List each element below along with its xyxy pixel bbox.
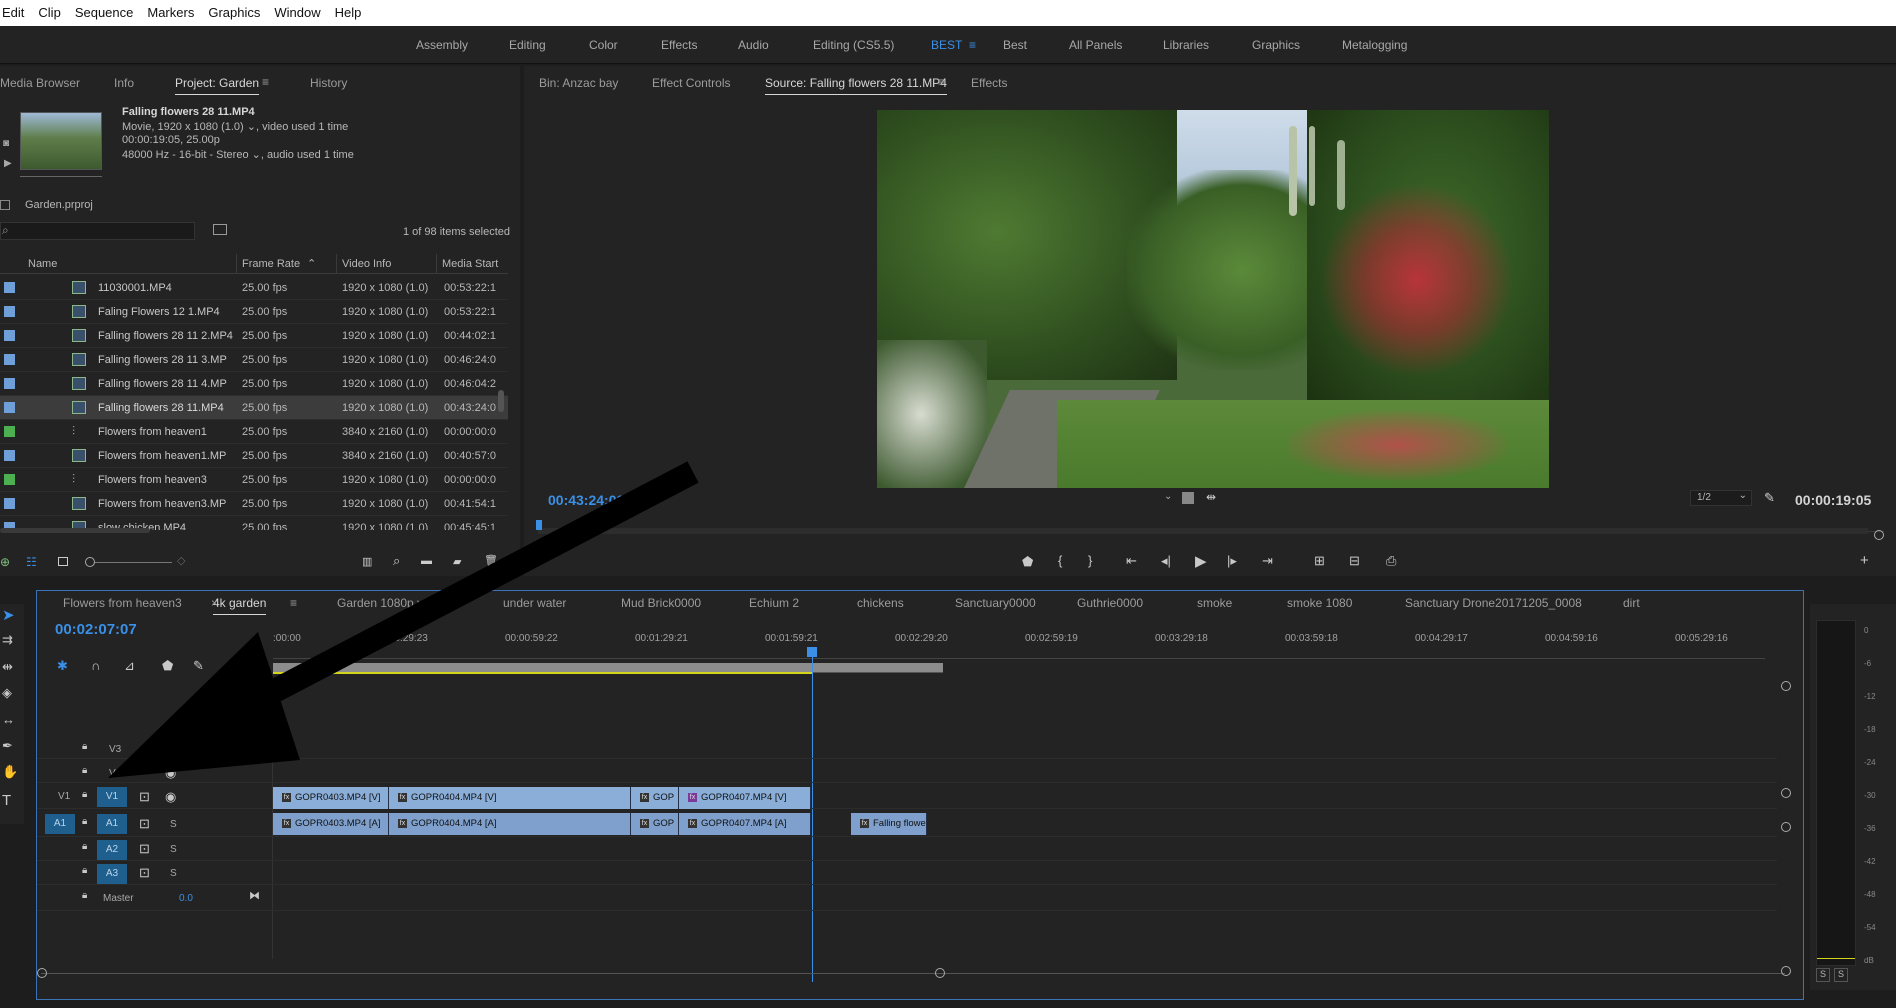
arrow-head xyxy=(108,632,300,778)
annotation-arrow xyxy=(108,461,699,778)
